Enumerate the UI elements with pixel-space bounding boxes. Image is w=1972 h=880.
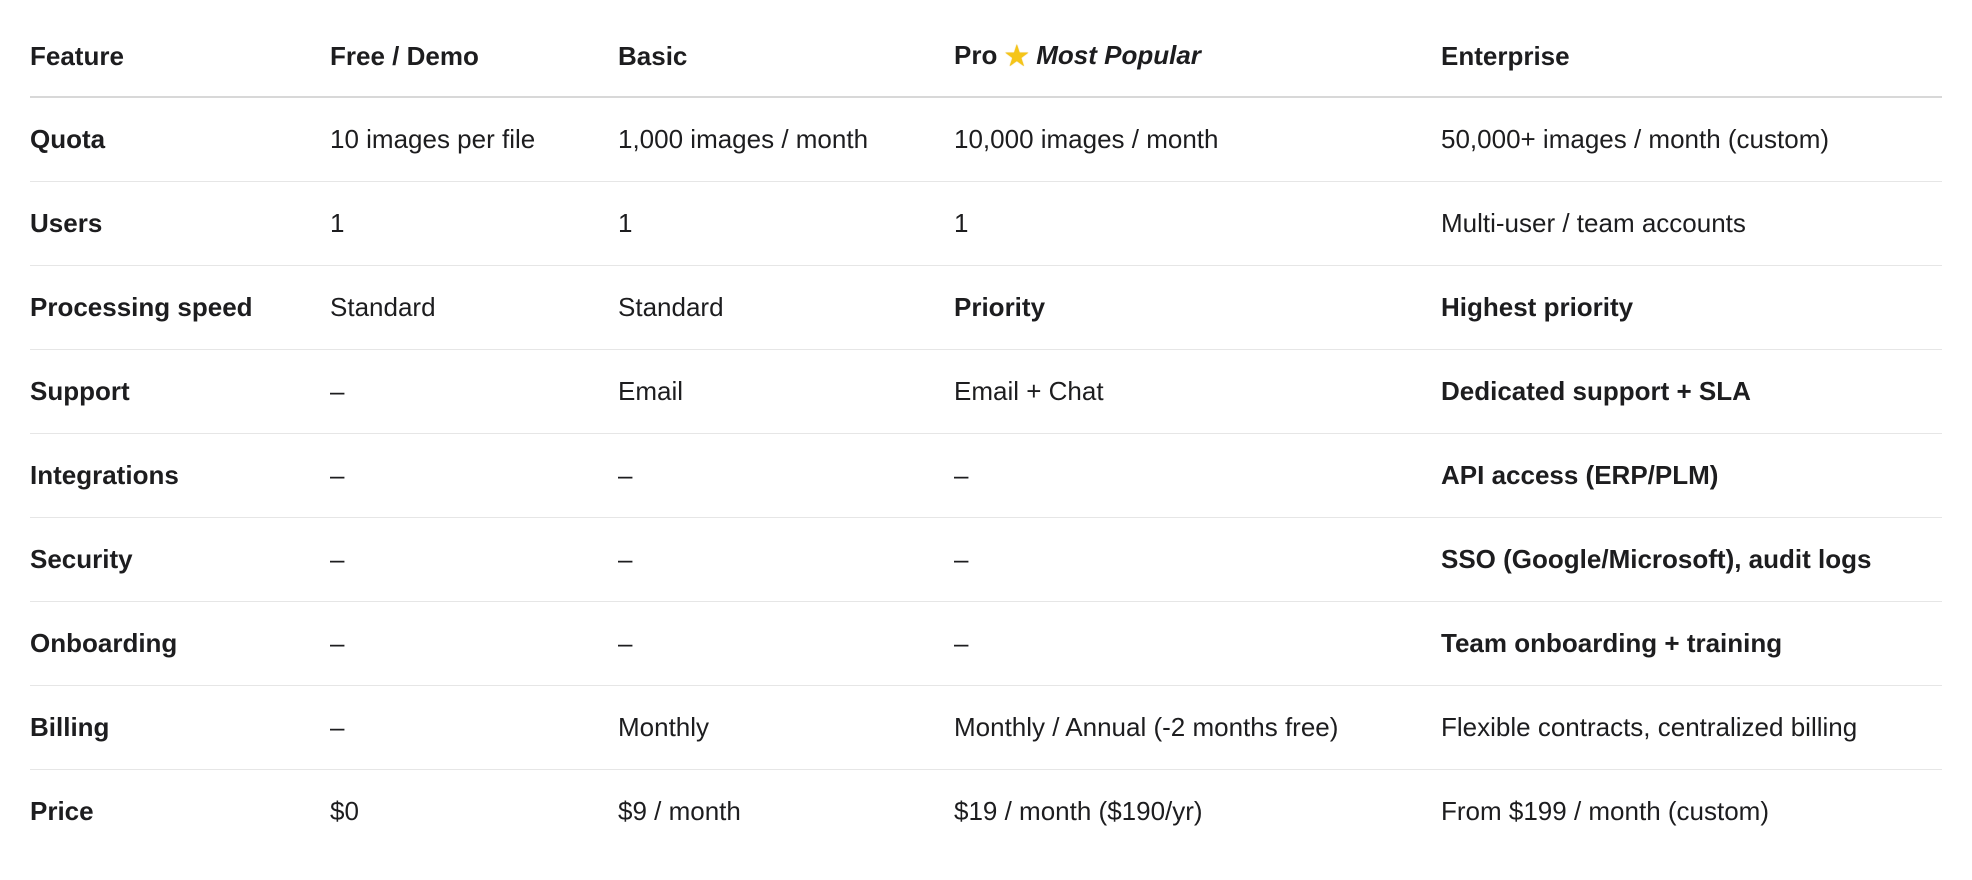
cell-free: $0	[330, 796, 359, 826]
table-row-users: Users 1 1 1 Multi-user / team accounts	[30, 181, 1942, 266]
cell-basic: $9 / month	[618, 796, 741, 826]
cell-enterprise: Flexible contracts, centralized billing	[1441, 685, 1942, 770]
header-basic: Basic	[618, 16, 954, 98]
cell-pro: Email + Chat	[954, 349, 1441, 434]
cell-free: –	[330, 685, 618, 770]
table-row-support: Support – Email Email + Chat Dedicated s…	[30, 349, 1942, 434]
star-icon: ★	[1003, 39, 1031, 73]
cell-basic: Email	[618, 349, 954, 434]
header-pro: Pro ★ Most Popular	[954, 16, 1441, 98]
feature-label: Integrations	[30, 433, 330, 518]
cell-enterprise: Multi-user / team accounts	[1441, 181, 1942, 266]
cell-basic: –	[618, 601, 954, 686]
header-feature: Feature	[30, 16, 330, 98]
feature-label: Users	[30, 181, 330, 266]
cell-enterprise: API access (ERP/PLM)	[1441, 433, 1942, 518]
cell-free: –	[330, 349, 618, 434]
cell-basic: –	[618, 433, 954, 518]
cell-enterprise: Team onboarding + training	[1441, 601, 1942, 686]
cell-free: Standard	[330, 265, 618, 350]
cell-pro: Priority	[954, 265, 1441, 350]
header-enterprise: Enterprise	[1441, 16, 1942, 98]
table-row-processing-speed: Processing speed Standard Standard Prior…	[30, 265, 1942, 350]
pricing-comparison: Feature Free / Demo Basic Pro ★ Most Popul…	[30, 16, 1942, 853]
header-free: Free / Demo	[330, 16, 618, 98]
table-row-security: Security – – – SSO (Google/Microsoft), a…	[30, 517, 1942, 602]
cell-basic: 1	[618, 181, 954, 266]
table-row-onboarding: Onboarding – – – Team onboarding + train…	[30, 601, 1942, 686]
feature-label: Quota	[30, 97, 330, 182]
table-row-integrations: Integrations – – – API access (ERP/PLM)	[30, 433, 1942, 518]
cell-pro: 1	[954, 181, 1441, 266]
cell-free: –	[330, 433, 618, 518]
cell-free: –	[330, 601, 618, 686]
cell-free: 10 images per file	[330, 97, 618, 182]
feature-label: Support	[30, 349, 330, 434]
feature-label: Billing	[30, 685, 330, 770]
pricing-table: Feature Free / Demo Basic Pro ★ Most Popul…	[30, 16, 1942, 853]
table-header: Feature Free / Demo Basic Pro ★ Most Popul…	[30, 16, 1942, 98]
table-row-billing: Billing – Monthly Monthly / Annual (-2 m…	[30, 685, 1942, 770]
feature-label: Onboarding	[30, 601, 330, 686]
cell-basic: Monthly	[618, 685, 954, 770]
feature-label: Price	[30, 796, 94, 826]
cell-pro: –	[954, 601, 1441, 686]
cell-basic: 1,000 images / month	[618, 97, 954, 182]
cell-free: –	[330, 517, 618, 602]
table-row-price: Price $0 $9 / month $19 / month ($190/yr…	[30, 770, 1942, 854]
cell-enterprise: Highest priority	[1441, 265, 1942, 350]
header-row: Feature Free / Demo Basic Pro ★ Most Popul…	[30, 16, 1942, 98]
cell-basic: –	[618, 517, 954, 602]
feature-label: Processing speed	[30, 265, 330, 350]
cell-free: 1	[330, 181, 618, 266]
header-pro-label: Pro	[954, 39, 998, 70]
table-body: Quota 10 images per file 1,000 images / …	[30, 97, 1942, 853]
cell-pro: $19 / month ($190/yr)	[954, 796, 1203, 826]
cell-pro: 10,000 images / month	[954, 97, 1441, 182]
feature-label: Security	[30, 517, 330, 602]
cell-pro: –	[954, 433, 1441, 518]
cell-enterprise: From $199 / month (custom)	[1441, 796, 1769, 826]
cell-enterprise: 50,000+ images / month (custom)	[1441, 97, 1942, 182]
cell-enterprise: Dedicated support + SLA	[1441, 349, 1942, 434]
cell-pro: Monthly / Annual (-2 months free)	[954, 685, 1441, 770]
cell-pro: –	[954, 517, 1441, 602]
table-row-quota: Quota 10 images per file 1,000 images / …	[30, 97, 1942, 182]
most-popular-badge: Most Popular	[1036, 39, 1201, 70]
cell-basic: Standard	[618, 265, 954, 350]
cell-enterprise: SSO (Google/Microsoft), audit logs	[1441, 517, 1942, 602]
